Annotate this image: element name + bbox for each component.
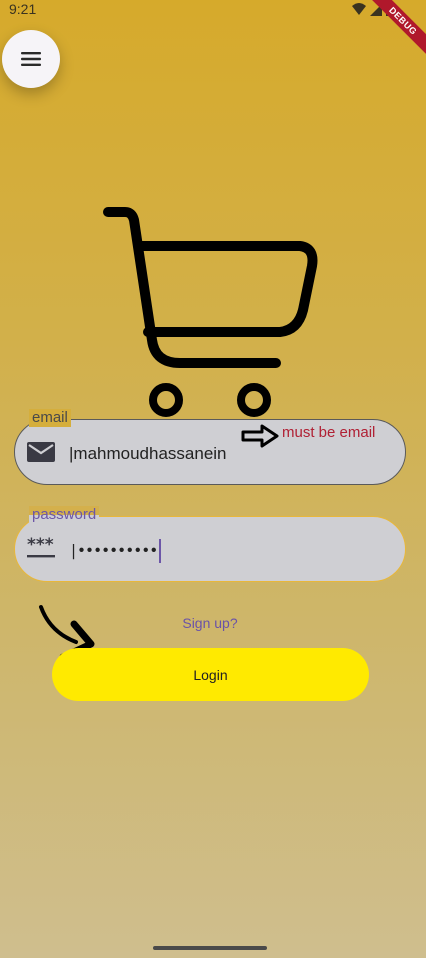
email-input[interactable]: |mahmoudhassanein <box>69 444 227 464</box>
login-button[interactable]: Login <box>52 648 369 701</box>
mail-icon <box>27 442 55 462</box>
home-indicator[interactable] <box>153 946 267 950</box>
password-icon-text: *** <box>27 537 54 555</box>
wifi-icon <box>352 3 366 15</box>
password-icon: *** <box>27 537 55 558</box>
shopping-cart-icon <box>103 207 318 417</box>
debug-banner: DEBUG <box>366 0 426 60</box>
arrow-right-icon <box>241 424 279 448</box>
password-field[interactable]: password *** |•••••••••• <box>14 506 406 582</box>
password-input-text: |•••••••••• <box>69 541 158 560</box>
debug-label: DEBUG <box>366 0 426 58</box>
password-label: password <box>29 506 100 524</box>
password-input[interactable]: |•••••••••• <box>69 539 162 563</box>
status-time: 9:21 <box>9 1 37 17</box>
email-label: email <box>29 409 71 427</box>
login-button-label: Login <box>193 666 228 683</box>
hamburger-menu-icon <box>21 52 41 66</box>
text-caret <box>159 539 162 563</box>
email-error-text: must be email <box>282 424 376 441</box>
menu-button[interactable] <box>2 30 60 88</box>
status-bar: 9:21 <box>0 0 426 20</box>
